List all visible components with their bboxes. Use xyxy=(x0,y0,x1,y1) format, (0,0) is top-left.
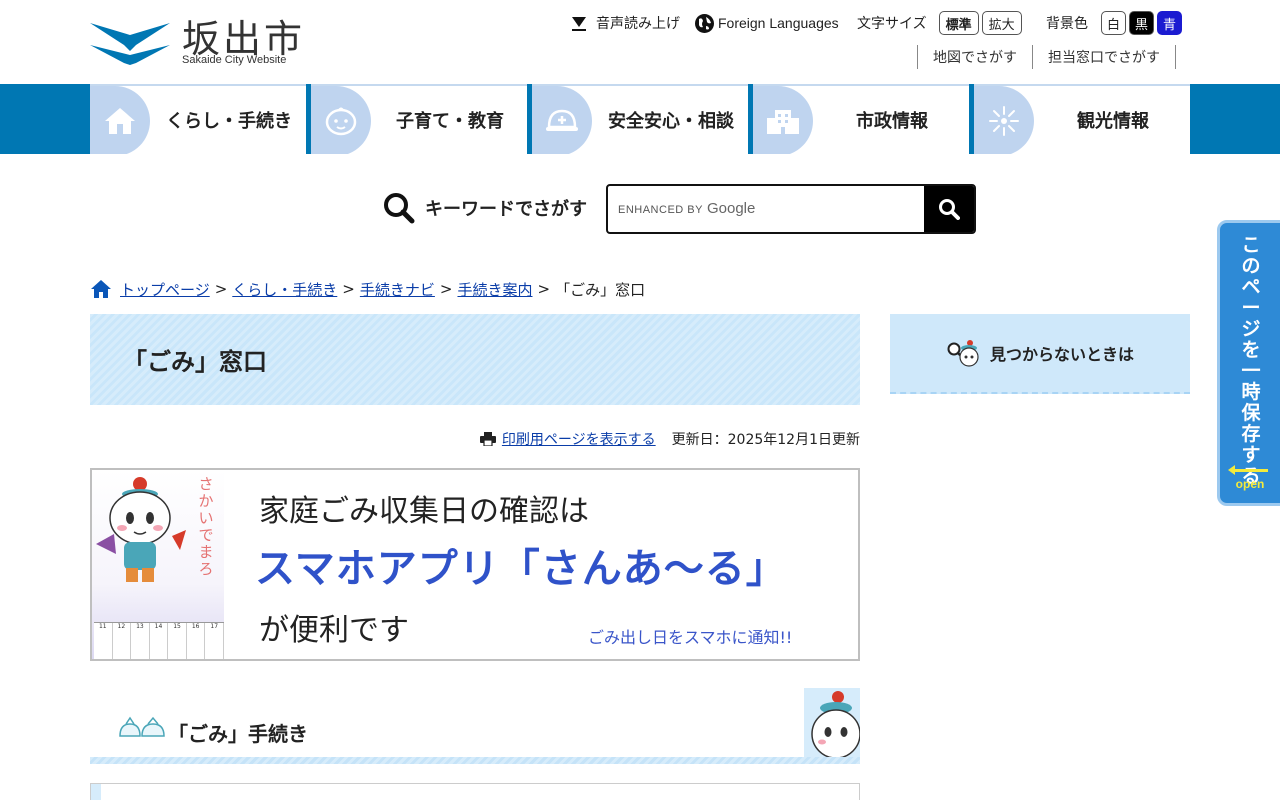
bg-blue-button[interactable]: 青 xyxy=(1157,11,1182,35)
mascot-icon xyxy=(811,691,861,759)
save-page-tab[interactable]: このページを一時保存する open xyxy=(1217,220,1280,506)
section-title: 「ごみ」手続き xyxy=(168,722,308,746)
banner-line-1: 家庭ごみ収集日の確認は xyxy=(259,494,589,529)
global-nav: くらし・手続き 子育て・教育 安全安心・相談 市政情報 観光情報 xyxy=(90,84,1190,154)
voice-reader-link[interactable]: 音声読み上げ xyxy=(570,10,680,36)
search-icon xyxy=(939,199,960,220)
globe-icon xyxy=(695,13,714,33)
background-color-controls: 背景色 白 黒 青 xyxy=(1046,10,1182,36)
voice-reader-label: 音声読み上げ xyxy=(596,16,680,32)
search-button[interactable] xyxy=(924,186,974,232)
keyword-search-text: キーワードでさがす xyxy=(425,199,587,220)
bg-white-button[interactable]: 白 xyxy=(1101,11,1126,35)
site-logo[interactable]: 坂出市 Sakaide City Website xyxy=(90,10,310,70)
nav-label: 観光情報 xyxy=(1077,111,1149,132)
breadcrumb: トップページ > くらし・手続き > 手続きナビ > 手続き案内 > 「ごみ」窓… xyxy=(90,277,645,301)
font-size-label: 文字サイズ xyxy=(857,16,927,32)
save-open-label: open xyxy=(1235,477,1265,491)
firework-icon xyxy=(989,106,1019,136)
app-banner[interactable]: さかいでまろ 11 12 13 14 15 16 17 家庭ごみ収集日の確認は … xyxy=(90,468,860,661)
calendar-strip: 11 12 13 14 15 16 17 xyxy=(94,622,224,659)
city-emblem-icon xyxy=(90,23,170,65)
updated-date: 更新日：2025年12月1日更新 xyxy=(671,432,860,448)
office-search-link[interactable]: 担当窓口でさがす xyxy=(1032,45,1176,69)
font-standard-button[interactable]: 標準 xyxy=(938,11,979,35)
font-size-controls: 文字サイズ 標準 拡大 xyxy=(857,10,1022,36)
banner-line-3: が便利です xyxy=(259,613,409,648)
mascot-icon xyxy=(96,477,186,582)
search-box: ENHANCED BY Google xyxy=(606,184,976,234)
breadcrumb-guide[interactable]: 手続き案内 xyxy=(457,279,532,300)
nav-label: 安全安心・相談 xyxy=(608,111,734,132)
bg-black-button[interactable]: 黒 xyxy=(1129,11,1154,35)
save-page-label: このページを一時保存する xyxy=(1241,234,1261,487)
arrow-left-icon xyxy=(1228,465,1268,475)
nav-item-tourism[interactable]: 観光情報 xyxy=(974,84,1190,154)
printer-icon xyxy=(479,432,496,446)
banner-line-2: スマホアプリ「さんあ～る」 xyxy=(255,546,787,592)
page-meta: 印刷用ページを表示する 更新日：2025年12月1日更新 xyxy=(438,428,860,450)
nav-item-city-info[interactable]: 市政情報 xyxy=(753,84,969,154)
not-found-label: 見つからないときは xyxy=(989,345,1134,364)
page-title-box: 「ごみ」窓口 xyxy=(90,314,860,405)
foreign-languages-label: Foreign Languages xyxy=(718,15,839,31)
baby-icon xyxy=(325,107,357,136)
breadcrumb-current: 「ごみ」窓口 xyxy=(555,280,646,299)
nav-item-living[interactable]: くらし・手続き xyxy=(90,84,306,154)
keyword-search-label: キーワードでさがす xyxy=(383,192,587,224)
helmet-icon xyxy=(546,109,578,131)
map-search-link[interactable]: 地図でさがす xyxy=(917,45,1032,69)
content-box xyxy=(90,783,860,800)
page-title: 「ごみ」窓口 xyxy=(123,348,267,376)
mascot-search-icon xyxy=(947,340,979,367)
site-header: 坂出市 Sakaide City Website 音声読み上げ Foreign … xyxy=(0,0,1280,84)
not-found-link[interactable]: 見つからないときは xyxy=(890,314,1190,394)
house-icon xyxy=(105,108,135,134)
section-heading: 「ごみ」手続き xyxy=(90,688,861,764)
breadcrumb-top[interactable]: トップページ xyxy=(120,279,210,300)
banner-line-4: ごみ出し日をスマホに通知!! xyxy=(588,628,793,647)
nav-item-childcare[interactable]: 子育て・教育 xyxy=(311,84,527,154)
sub-links: 地図でさがす 担当窓口でさがす xyxy=(917,45,1176,69)
banner-mascot-panel: さかいでまろ 11 12 13 14 15 16 17 xyxy=(92,470,224,659)
home-icon xyxy=(91,280,111,298)
print-page-link[interactable]: 印刷用ページを表示する xyxy=(502,429,656,449)
nav-label: 市政情報 xyxy=(856,111,928,132)
nav-item-safety[interactable]: 安全安心・相談 xyxy=(532,84,748,154)
mascot-name: さかいでまろ xyxy=(198,475,214,578)
magnifier-icon xyxy=(384,193,415,224)
background-color-label: 背景色 xyxy=(1046,16,1088,32)
building-icon xyxy=(767,110,799,134)
speaker-down-icon xyxy=(572,17,586,31)
search-input[interactable] xyxy=(608,186,926,232)
breadcrumb-living[interactable]: くらし・手続き xyxy=(232,279,337,300)
site-subtitle: Sakaide City Website xyxy=(182,54,287,66)
nav-label: 子育て・教育 xyxy=(396,111,504,132)
breadcrumb-navi[interactable]: 手続きナビ xyxy=(360,279,435,300)
foreign-languages-link[interactable]: Foreign Languages xyxy=(694,10,839,36)
garbage-bag-icon xyxy=(119,716,165,737)
font-large-button[interactable]: 拡大 xyxy=(981,11,1022,35)
nav-label: くらし・手続き xyxy=(166,111,292,132)
